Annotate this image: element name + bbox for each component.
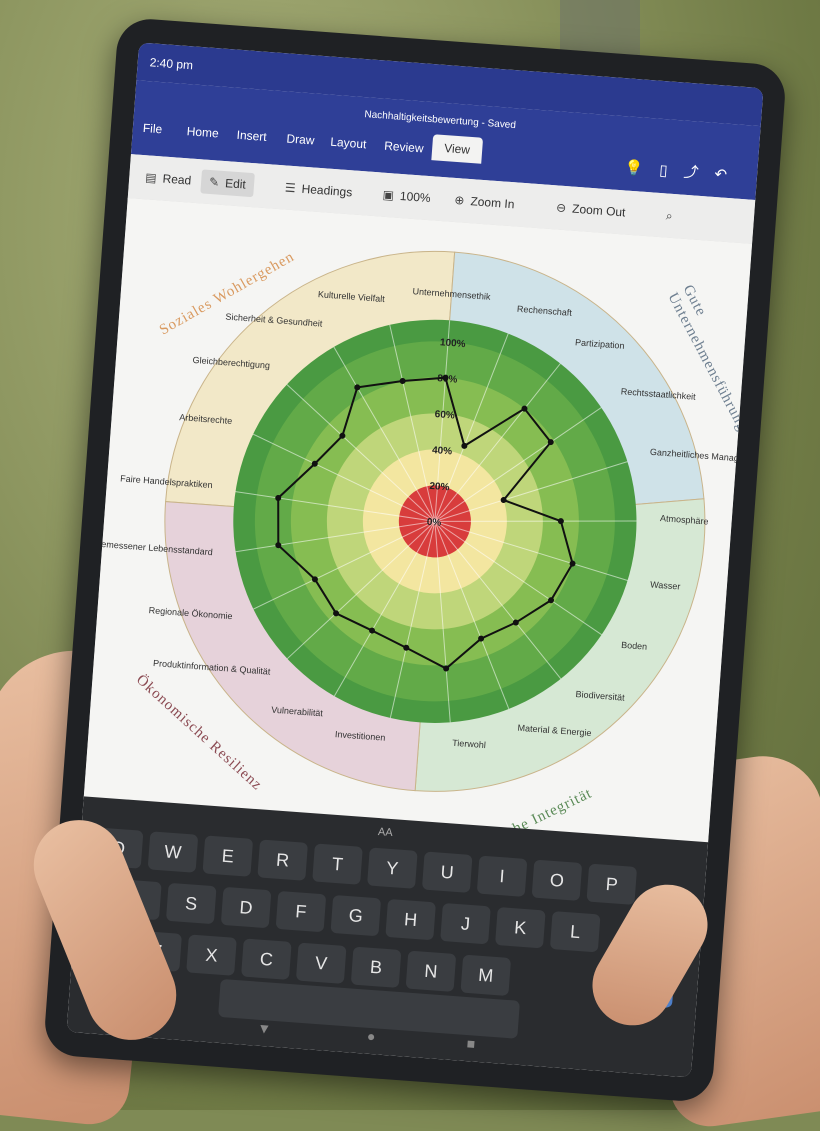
key-u[interactable]: U	[421, 851, 473, 893]
ring-label-1: 20%	[429, 481, 450, 493]
keyboard-label: AA	[377, 826, 394, 840]
headings-icon: ☰	[284, 180, 297, 196]
headings-button[interactable]: ☰ Headings	[276, 175, 361, 205]
zoom-in-button[interactable]: ⊕ Zoom In	[446, 187, 524, 217]
key-g[interactable]: G	[330, 894, 382, 937]
share-icon[interactable]: ⤴	[683, 164, 715, 183]
zoom-in-label: Zoom In	[469, 194, 515, 212]
sustainability-radar-chart: UnternehmensethikRechenschaftPartizipati…	[85, 250, 763, 792]
zoom-out-label: Zoom Out	[571, 201, 626, 220]
key-t[interactable]: T	[312, 843, 363, 885]
zoom-in-icon: ⊕	[453, 192, 466, 208]
key-i[interactable]: I	[476, 855, 528, 897]
ring-label-3: 60%	[434, 409, 455, 421]
zoom-out-icon: ⊖	[555, 200, 567, 216]
status-time: 2:40 pm	[149, 55, 194, 73]
axis-label-6: Wasser	[650, 579, 681, 591]
key-s[interactable]: S	[165, 882, 217, 925]
key-w[interactable]: W	[147, 831, 199, 873]
edit-button[interactable]: ✎ Edit	[200, 169, 255, 198]
search-icon: ⌕	[665, 208, 674, 223]
zoom-out-button[interactable]: ⊖ Zoom Out	[547, 195, 634, 225]
key-f[interactable]: F	[275, 890, 327, 933]
key-o[interactable]: O	[531, 859, 583, 901]
key-h[interactable]: H	[385, 898, 436, 941]
ribbon-icons: 💡▯⤴↶	[624, 156, 744, 186]
ring-label-0: 0%	[426, 517, 441, 529]
key-m[interactable]: M	[460, 954, 512, 997]
key-n[interactable]: N	[405, 950, 457, 992]
search-button[interactable]: ⌕	[657, 203, 687, 230]
tab-home[interactable]: Home	[186, 124, 219, 140]
key-l[interactable]: L	[549, 911, 601, 953]
zoom-page-icon: ▣	[382, 187, 395, 203]
book-icon[interactable]: ▯	[659, 162, 684, 181]
zoom-level-label: 100%	[399, 188, 432, 206]
undo-icon[interactable]: ↶	[714, 166, 744, 185]
edit-icon: ✎	[208, 174, 220, 190]
key-k[interactable]: K	[495, 906, 546, 949]
key-y[interactable]: Y	[367, 847, 418, 889]
tab-layout[interactable]: Layout	[330, 135, 367, 152]
read-icon: ▤	[144, 170, 158, 186]
tab-review[interactable]: Review	[384, 139, 424, 156]
key-c[interactable]: C	[241, 938, 292, 980]
back-icon[interactable]: ▼	[257, 1020, 272, 1037]
ring-label-5: 100%	[440, 337, 466, 350]
home-icon[interactable]: ●	[366, 1028, 376, 1045]
key-r[interactable]: R	[257, 839, 308, 881]
headings-label: Headings	[301, 181, 353, 200]
read-label: Read	[162, 171, 192, 188]
key-e[interactable]: E	[202, 835, 254, 877]
recents-icon[interactable]: ■	[466, 1035, 476, 1052]
key-d[interactable]: D	[220, 886, 272, 929]
edit-label: Edit	[224, 176, 247, 192]
read-button[interactable]: ▤ Read	[136, 165, 200, 193]
onscreen-keyboard: AA QWERTYUIOPASDFGHJKLZXCVBNM ↵ ▼ ● ■	[66, 796, 709, 1078]
key-b[interactable]: B	[350, 946, 402, 988]
tab-draw[interactable]: Draw	[286, 131, 315, 147]
key-v[interactable]: V	[295, 942, 347, 984]
tab-view[interactable]: View	[431, 134, 483, 164]
document-page: Unternehmensethik Rechenschaft Partizipati…	[83, 197, 763, 868]
ring-label-2: 40%	[432, 445, 453, 457]
lightbulb-icon[interactable]: 💡	[624, 159, 660, 178]
document-title: Nachhaltigkeitsbewertung - Saved	[364, 109, 517, 132]
key-p[interactable]: P	[586, 863, 638, 905]
key-x[interactable]: X	[186, 934, 237, 976]
tab-insert[interactable]: Insert	[236, 128, 267, 144]
tab-file[interactable]: File	[142, 121, 162, 136]
key-j[interactable]: J	[440, 902, 491, 945]
zoom-level-button[interactable]: ▣ 100%	[374, 182, 440, 211]
axis-label-7: Boden	[621, 640, 648, 652]
